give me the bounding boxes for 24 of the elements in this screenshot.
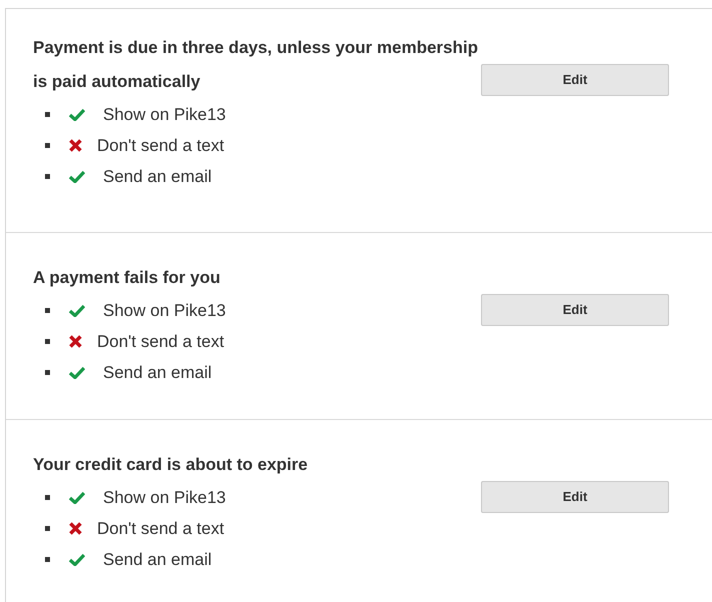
notification-title: Your credit card is about to expire bbox=[33, 454, 309, 476]
channel-label: Send an email bbox=[103, 166, 212, 188]
bullet-icon bbox=[45, 557, 50, 562]
bullet-icon bbox=[45, 526, 50, 531]
edit-button[interactable]: Edit bbox=[481, 64, 669, 96]
notification-title: Payment is due in three days, unless your membership is paid automatically bbox=[33, 37, 479, 93]
bullet-icon bbox=[45, 112, 50, 117]
bullet-icon bbox=[45, 339, 50, 344]
edit-button[interactable]: Edit bbox=[481, 294, 669, 326]
channel-label: Show on Pike13 bbox=[103, 486, 226, 509]
channel-label: Don't send a text bbox=[97, 518, 224, 540]
edit-button[interactable]: Edit bbox=[481, 481, 669, 513]
channel-label: Send an email bbox=[103, 548, 212, 571]
notification-title: A payment fails for you bbox=[33, 267, 222, 289]
channel-label: Send an email bbox=[103, 362, 212, 384]
bullet-icon bbox=[45, 370, 50, 375]
channel-label: Don't send a text bbox=[97, 330, 224, 353]
bullet-icon bbox=[45, 174, 50, 179]
channel-label: Show on Pike13 bbox=[103, 104, 226, 126]
channel-label: Show on Pike13 bbox=[103, 300, 226, 322]
bullet-icon bbox=[45, 495, 50, 500]
bullet-icon bbox=[45, 143, 50, 148]
channel-label: Don't send a text bbox=[97, 134, 224, 157]
bullet-icon bbox=[45, 308, 50, 313]
